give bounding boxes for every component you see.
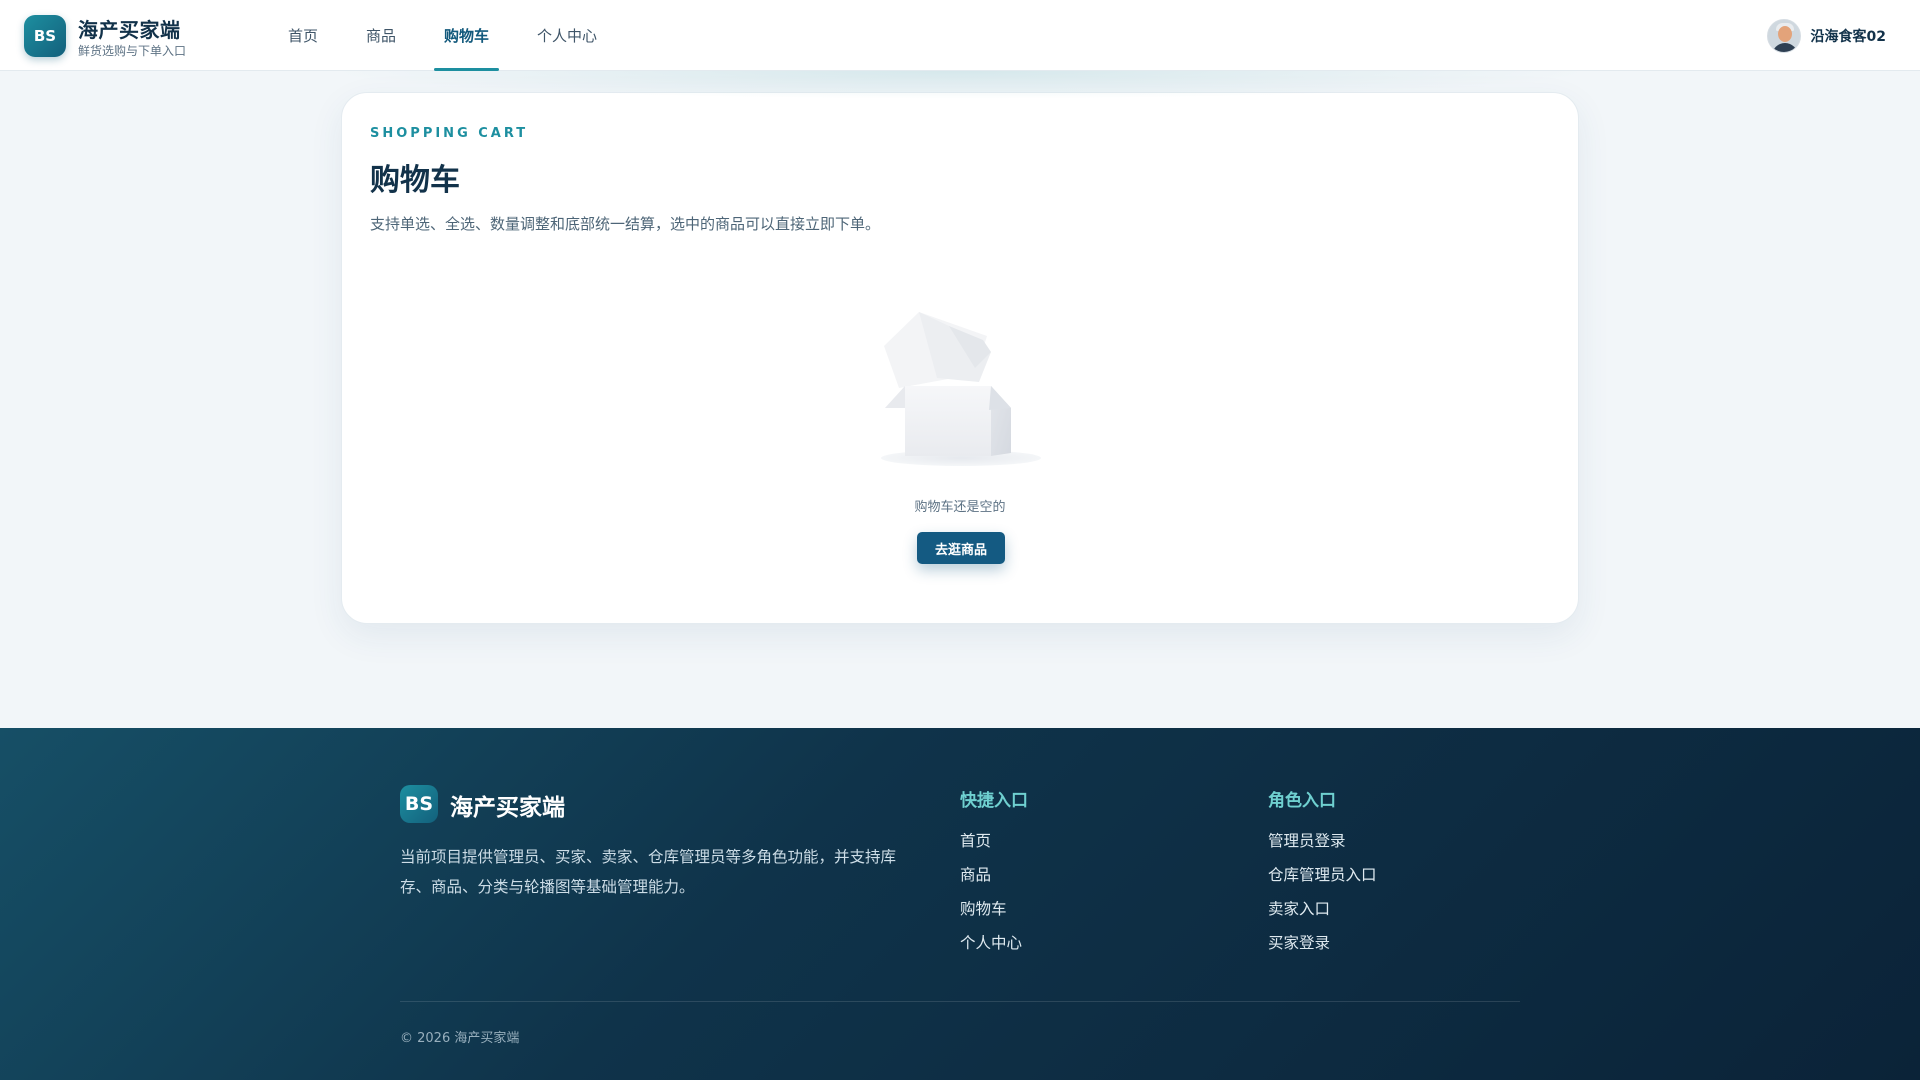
footer-quick-links: 快捷入口 首页 商品 购物车 个人中心 — [960, 786, 1028, 967]
nav-item-home[interactable]: 首页 — [270, 0, 336, 71]
footer-quick-title: 快捷入口 — [960, 791, 1028, 811]
footer-link-cart[interactable]: 购物车 — [960, 899, 1028, 933]
footer-role-title: 角色入口 — [1268, 791, 1336, 811]
cart-card: SHOPPING CART 购物车 支持单选、全选、数量调整和底部统一结算，选中… — [341, 92, 1579, 624]
footer-link-warehouse[interactable]: 仓库管理员入口 — [1268, 865, 1377, 899]
footer-copyright: © 2026 海产买家端 — [400, 1031, 520, 1046]
empty-cart-message: 购物车还是空的 — [914, 500, 1006, 515]
footer-link-products[interactable]: 商品 — [960, 865, 1028, 899]
brand-logo[interactable]: BS — [24, 15, 66, 57]
user-avatar[interactable] — [1766, 19, 1801, 53]
empty-box-icon — [881, 312, 1041, 466]
nav-item-profile[interactable]: 个人中心 — [519, 0, 615, 71]
cart-eyebrow: SHOPPING CART — [370, 126, 529, 141]
footer-link-profile[interactable]: 个人中心 — [960, 933, 1028, 967]
footer-link-admin-login[interactable]: 管理员登录 — [1268, 831, 1377, 865]
footer-role-links: 角色入口 管理员登录 仓库管理员入口 卖家入口 买家登录 — [1268, 786, 1377, 967]
footer-link-home[interactable]: 首页 — [960, 831, 1028, 865]
brand-subtitle: 鲜货选购与下单入口 — [78, 44, 187, 58]
footer-link-buyer-login[interactable]: 买家登录 — [1268, 933, 1377, 967]
user-name[interactable]: 沿海食客02 — [1811, 26, 1886, 46]
header-glow — [0, 71, 1920, 111]
avatar-body — [1771, 43, 1798, 52]
top-header: BS 海产买家端 鲜货选购与下单入口 首页 商品 购物车 个人中心 沿海食客02 — [0, 0, 1920, 71]
cart-description: 支持单选、全选、数量调整和底部统一结算，选中的商品可以直接立即下单。 — [370, 215, 881, 233]
footer-link-seller[interactable]: 卖家入口 — [1268, 899, 1377, 933]
browse-products-button[interactable]: 去逛商品 — [917, 532, 1005, 564]
footer-brand-title: 海产买家端 — [450, 795, 565, 821]
footer-description: 当前项目提供管理员、买家、卖家、仓库管理员等多角色功能，并支持库存、商品、分类与… — [400, 848, 897, 896]
nav-item-cart[interactable]: 购物车 — [426, 0, 507, 71]
page-title: 购物车 — [370, 163, 460, 198]
brand-title[interactable]: 海产买家端 — [78, 14, 181, 43]
footer-logo: BS — [400, 785, 438, 823]
main-nav: 首页 商品 购物车 个人中心 — [270, 0, 615, 71]
nav-item-products[interactable]: 商品 — [348, 0, 414, 71]
site-footer: BS 海产买家端 当前项目提供管理员、买家、卖家、仓库管理员等多角色功能，并支持… — [0, 728, 1920, 1080]
user-menu[interactable]: 沿海食客02 — [1766, 18, 1886, 54]
footer-divider — [400, 1001, 1520, 1002]
avatar-face — [1777, 26, 1792, 42]
